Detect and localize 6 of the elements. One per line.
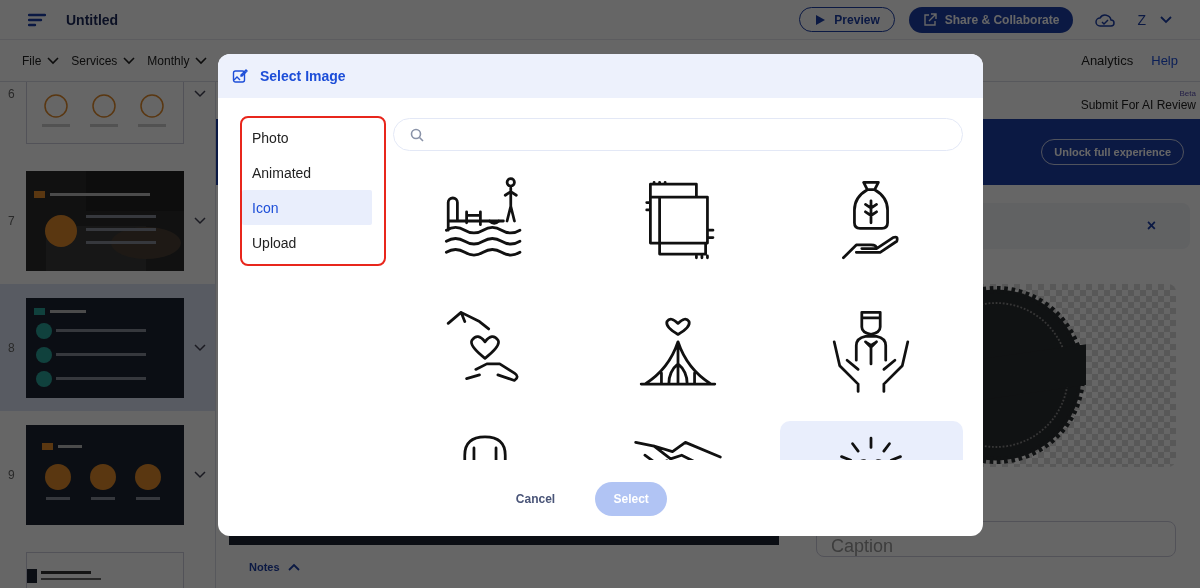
slide-number: 6 — [8, 86, 16, 101]
slide-number: 9 — [8, 467, 16, 482]
slide-number: 8 — [8, 340, 16, 355]
beta-label: Beta — [1179, 89, 1196, 98]
dialog-title: Select Image — [260, 68, 346, 84]
slide-number: 7 — [8, 213, 16, 228]
